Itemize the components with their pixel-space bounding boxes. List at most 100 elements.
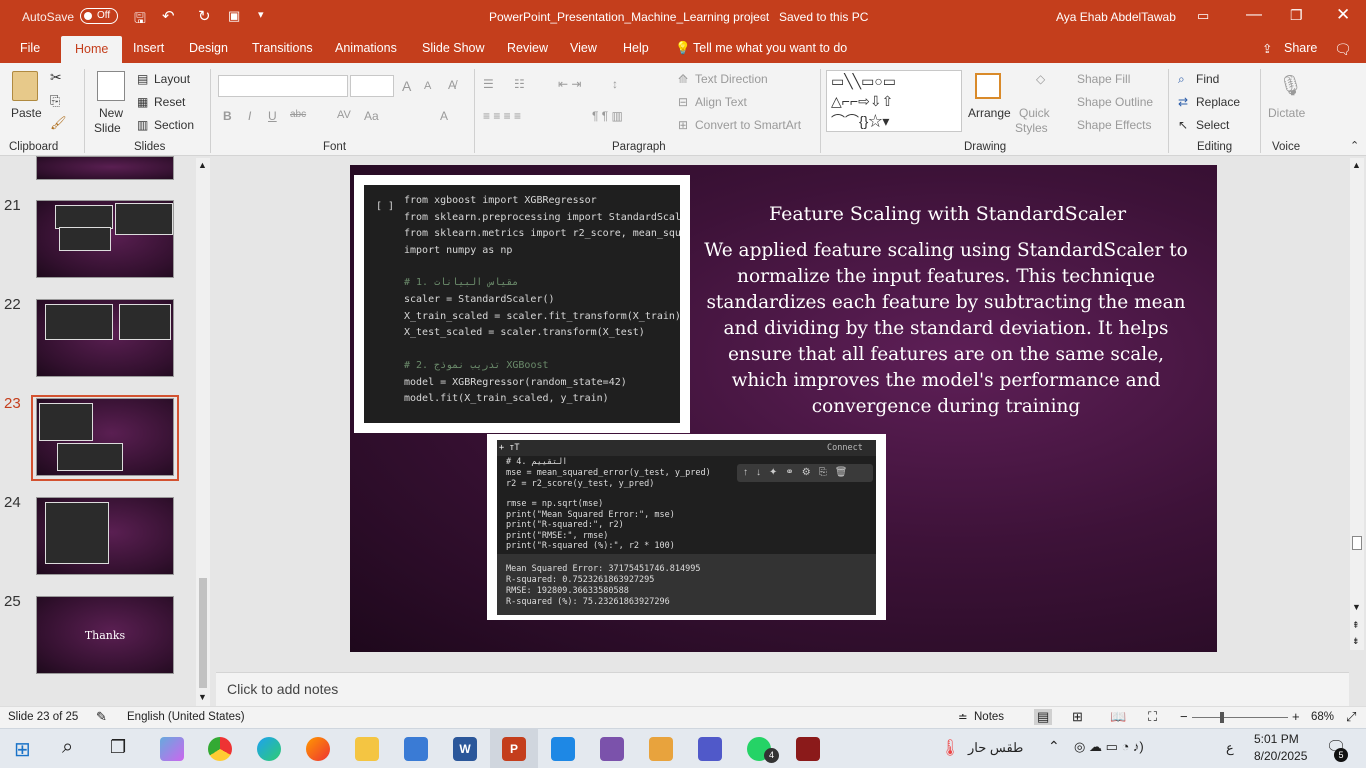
tab-animations[interactable]: Animations: [335, 41, 397, 55]
powerpoint-icon[interactable]: P: [502, 737, 526, 761]
rtl-icon[interactable]: ¶ ¶ ▥: [592, 109, 623, 123]
format-painter-icon[interactable]: 🖌: [50, 115, 67, 131]
present-icon[interactable]: ▣: [228, 8, 240, 24]
teams-icon[interactable]: [698, 737, 722, 761]
fit-slide-icon[interactable]: ⤢: [1346, 709, 1356, 725]
new-slide-icon[interactable]: [97, 71, 125, 101]
slide-thumbnail-21[interactable]: [36, 200, 174, 278]
font-size-input[interactable]: [350, 75, 394, 97]
slide-body-text[interactable]: We applied feature scaling using Standar…: [702, 238, 1190, 420]
bullets-icon[interactable]: ☰: [483, 77, 494, 91]
close-button[interactable]: ✕: [1336, 5, 1350, 25]
undo-icon[interactable]: ↶: [162, 7, 175, 25]
redo-icon[interactable]: ↻: [198, 7, 211, 25]
user-name[interactable]: Aya Ehab AbdelTawab: [1056, 10, 1176, 24]
comments-icon[interactable]: 🗨: [1334, 41, 1352, 58]
new-slide-label[interactable]: Slide: [94, 121, 121, 135]
start-icon[interactable]: ⊞: [14, 737, 31, 762]
layout-button[interactable]: Layout: [154, 72, 190, 86]
find-button[interactable]: Find: [1196, 72, 1219, 86]
reset-button[interactable]: Reset: [154, 95, 185, 109]
weather-text[interactable]: طقس حار: [968, 740, 1023, 756]
align-left-icon[interactable]: ≡ ≡ ≡ ≡: [483, 109, 521, 123]
shapes-gallery[interactable]: ▭╲╲▭○▭ △⌐⌐⇨⇩⇧ ⌒⌒{}☆▾: [826, 70, 962, 132]
tell-me-search[interactable]: Tell me what you want to do: [693, 41, 847, 55]
paste-icon[interactable]: [12, 71, 38, 101]
spellcheck-icon[interactable]: ✎: [96, 709, 107, 725]
current-slide[interactable]: [ ] from xgboost import XGBRegressor fro…: [350, 165, 1217, 652]
clock-date[interactable]: 8/20/2025: [1254, 749, 1307, 763]
italic-button[interactable]: I: [248, 109, 251, 123]
task-view-icon[interactable]: ❐: [110, 737, 126, 758]
zoom-out-icon[interactable]: −: [1180, 709, 1188, 724]
shape-fill-button[interactable]: Shape Fill: [1077, 72, 1130, 86]
zoom-in-icon[interactable]: +: [1292, 709, 1300, 724]
indent-icon[interactable]: ⇤ ⇥: [558, 77, 581, 91]
quick-styles-label[interactable]: Styles: [1015, 121, 1048, 135]
code-screenshot-2[interactable]: + тT Connect ↑↓✦⚭⚙⎘🗑 # 4. التقييم mse = …: [487, 434, 886, 620]
winrar-icon[interactable]: [796, 737, 820, 761]
save-icon[interactable]: 🖫: [134, 8, 146, 32]
tab-design[interactable]: Design: [189, 41, 228, 55]
word-icon[interactable]: W: [453, 737, 477, 761]
decrease-font-button[interactable]: A: [424, 80, 431, 92]
chrome-icon[interactable]: [208, 737, 232, 761]
normal-view-icon[interactable]: ▤: [1034, 709, 1053, 725]
tab-transitions[interactable]: Transitions: [252, 41, 313, 55]
reading-view-icon[interactable]: 📖: [1110, 709, 1126, 725]
tray-icons[interactable]: ◎ ☁ ▭ ◔ ♪): [1074, 739, 1144, 755]
search-icon[interactable]: ⌕: [62, 736, 73, 759]
slideshow-view-icon[interactable]: ⛶: [1148, 709, 1157, 725]
replace-button[interactable]: Replace: [1196, 95, 1240, 109]
notes-button[interactable]: Notes: [974, 711, 1004, 723]
autosave-toggle[interactable]: Off: [80, 8, 118, 24]
code-screenshot-1[interactable]: [ ] from xgboost import XGBRegressor fro…: [354, 175, 690, 433]
ribbon-display-icon[interactable]: ▭: [1197, 8, 1209, 24]
tab-insert[interactable]: Insert: [133, 41, 164, 55]
app-icon[interactable]: [649, 737, 673, 761]
arrange-icon[interactable]: [975, 73, 1001, 99]
slide-thumbnail-25[interactable]: Thanks: [36, 596, 174, 674]
strikethrough-button[interactable]: abc: [290, 109, 306, 120]
text-direction-button[interactable]: Text Direction: [695, 72, 768, 86]
clock-time[interactable]: 5:01 PM: [1254, 732, 1299, 746]
microphone-icon[interactable]: 🎙: [1278, 73, 1303, 98]
cut-icon[interactable]: ✂: [50, 69, 62, 86]
input-language[interactable]: ع: [1226, 740, 1234, 756]
minimize-button[interactable]: —: [1246, 6, 1262, 24]
shape-outline-button[interactable]: Shape Outline: [1077, 95, 1153, 109]
zoom-slider-thumb[interactable]: [1220, 712, 1224, 723]
zoom-slider[interactable]: [1192, 717, 1288, 718]
dictate-button[interactable]: Dictate: [1268, 106, 1305, 120]
slide-title[interactable]: Feature Scaling with StandardScaler: [725, 203, 1170, 225]
bold-button[interactable]: B: [223, 109, 232, 123]
store-icon[interactable]: [404, 737, 428, 761]
tab-help[interactable]: Help: [623, 41, 649, 55]
tab-view[interactable]: View: [570, 41, 597, 55]
shape-effects-button[interactable]: Shape Effects: [1077, 118, 1152, 132]
slide-thumbnail-23[interactable]: [36, 398, 174, 476]
vscode-icon[interactable]: [551, 737, 575, 761]
canvas-scrollbar[interactable]: ▲ ▼ ⇞ ⇟: [1350, 158, 1364, 650]
visual-studio-icon[interactable]: [600, 737, 624, 761]
tab-file[interactable]: File: [20, 41, 40, 55]
thumbnail-scrollbar[interactable]: ▲ ▼: [196, 158, 210, 706]
copy-icon[interactable]: ⎘: [50, 93, 60, 109]
slide-thumbnail-20[interactable]: [36, 156, 174, 180]
zoom-level[interactable]: 68%: [1311, 711, 1334, 723]
clear-format-icon[interactable]: A̸: [448, 78, 456, 92]
char-spacing-button[interactable]: AV: [337, 109, 351, 121]
tab-slide-show[interactable]: Slide Show: [422, 41, 485, 55]
tab-home[interactable]: Home: [61, 36, 123, 65]
customize-toolbar-icon[interactable]: ▾: [258, 8, 264, 21]
notes-pane[interactable]: Click to add notes: [216, 672, 1349, 706]
language-status[interactable]: English (United States): [127, 711, 245, 723]
file-explorer-icon[interactable]: [355, 737, 379, 761]
increase-font-button[interactable]: A: [402, 78, 411, 94]
share-button[interactable]: Share: [1284, 41, 1317, 55]
slide-sorter-icon[interactable]: ⊞: [1072, 709, 1083, 725]
thermometer-icon[interactable]: 🌡: [940, 738, 960, 758]
new-slide-button[interactable]: New: [99, 106, 123, 120]
firefox-icon[interactable]: [306, 737, 330, 761]
line-spacing-icon[interactable]: ↕: [612, 77, 618, 91]
